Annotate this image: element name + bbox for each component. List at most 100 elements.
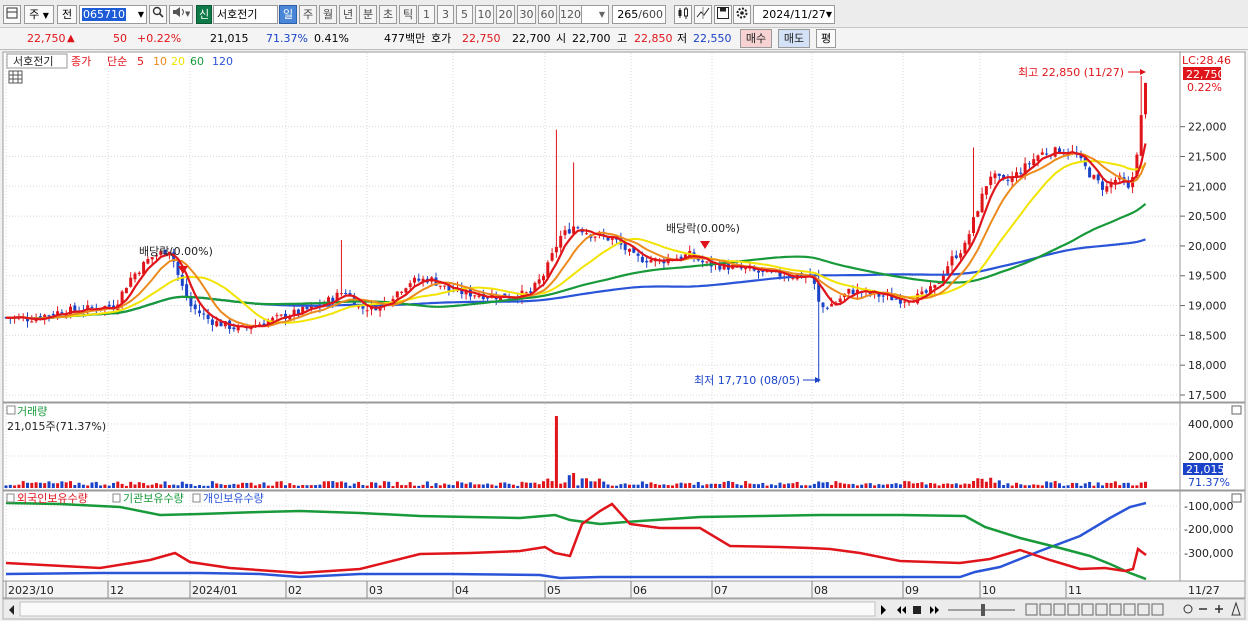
zoom-slider-handle[interactable] (981, 604, 985, 616)
volume-bar (800, 485, 803, 488)
prev-button[interactable]: 전 (57, 5, 77, 24)
period-button[interactable]: 년 (339, 5, 357, 24)
volume-bar (400, 485, 404, 488)
volume-bar (413, 485, 416, 488)
candle-body (413, 277, 416, 283)
volume-bar (537, 484, 541, 488)
volume-bar (318, 484, 322, 488)
candle-body (830, 303, 834, 307)
volume-bar (636, 484, 640, 488)
holding-series-icon[interactable] (112, 493, 121, 503)
interval-button[interactable]: 5 (456, 5, 473, 24)
volume-panel-close-icon[interactable] (1231, 405, 1242, 415)
volume-bar (632, 484, 636, 488)
volume-bar (1062, 485, 1066, 488)
candle-body (395, 291, 399, 298)
volume-bar (473, 484, 477, 488)
interval-button[interactable]: 30 (517, 5, 536, 24)
interval-button[interactable]: 10 (475, 5, 494, 24)
volume-bar (228, 484, 232, 488)
crosshair-icon[interactable] (694, 5, 712, 24)
holding-series-icon[interactable] (6, 493, 15, 503)
volume-bar (855, 485, 859, 488)
count-field[interactable]: 265/600 (612, 5, 666, 24)
candle-body (972, 217, 975, 234)
save-icon[interactable] (714, 5, 732, 24)
period-button[interactable]: 틱 (399, 5, 417, 24)
stock-chart[interactable]: 2023/10 12 2024/01 02 03 04 05 06 07 08 09 10 11 11/2… (0, 50, 1248, 621)
candle-body (924, 290, 928, 293)
volume-bar (425, 481, 429, 488)
chevron-down-icon: ▼ (825, 10, 832, 19)
ma-legend-item[interactable]: 5 (137, 55, 144, 68)
stock-name-field[interactable]: 서호전기 (213, 5, 278, 24)
grid-toggle-icon[interactable] (8, 70, 23, 84)
high-price: 22,850 (634, 32, 673, 45)
volume-bar (542, 481, 545, 488)
date-field[interactable]: 2024/11/27 ▼ (753, 5, 835, 24)
interval-button[interactable]: 3 (437, 5, 454, 24)
candle-body (1032, 159, 1036, 166)
buy-button[interactable]: 매수 (740, 29, 772, 48)
candle-body (537, 279, 541, 284)
volume-bar (838, 482, 842, 488)
volume-bar (335, 482, 339, 488)
volume-bar (51, 483, 55, 488)
candle-body (567, 229, 571, 234)
unit-select[interactable]: 주 ▼ (24, 5, 54, 24)
average-button[interactable]: 평 (816, 29, 836, 48)
chart-type-icon[interactable] (3, 5, 21, 24)
volume-bar (210, 481, 214, 488)
candle-body (365, 310, 369, 312)
volume-bar (374, 482, 378, 488)
stock-code-input[interactable]: 065710 ▼ (79, 5, 147, 24)
period-button[interactable]: 월 (319, 5, 337, 24)
volume-bar (1105, 482, 1109, 488)
candle-body (623, 243, 627, 250)
candle-icon[interactable] (674, 5, 692, 24)
volume-bar (886, 484, 889, 488)
volume-bar (907, 481, 911, 488)
stock-code-value: 065710 (82, 8, 126, 21)
gear-icon[interactable] (733, 5, 751, 24)
period-button[interactable]: 초 (379, 5, 397, 24)
candle-body (705, 261, 709, 263)
interval-button[interactable]: 20 (496, 5, 515, 24)
candle-body (524, 292, 528, 294)
volume-bar (692, 484, 696, 488)
trade-value: 477백만 (384, 32, 426, 45)
scroll-track[interactable] (19, 601, 876, 617)
period-button[interactable]: 분 (359, 5, 377, 24)
volume-bar (167, 485, 171, 488)
ma-legend-item[interactable]: 10 (153, 55, 167, 68)
current-pct-tag: 0.22% (1187, 81, 1222, 94)
volume-bar (236, 484, 240, 488)
volume-bar (124, 485, 128, 488)
period-button[interactable]: 일 (279, 5, 297, 24)
holding-panel-close-icon[interactable] (1231, 493, 1242, 503)
holding-series-icon[interactable] (192, 493, 201, 503)
ma-legend-item[interactable]: 60 (190, 55, 204, 68)
volume-panel-icon[interactable] (6, 405, 16, 415)
sell-button[interactable]: 매도 (778, 29, 810, 48)
volume-title: 거래량 (17, 405, 47, 418)
search-icon[interactable] (149, 5, 167, 24)
x-axis-label: 05 (547, 584, 561, 597)
volume-bar (13, 485, 17, 488)
interval-button[interactable]: 120 (559, 5, 582, 24)
volume-bar (1049, 482, 1053, 488)
prev-label: 전 (61, 8, 73, 21)
volume-bar (1122, 482, 1126, 488)
period-button[interactable]: 주 (299, 5, 317, 24)
ma-legend-item[interactable]: 20 (171, 55, 185, 68)
volume-bar (757, 484, 760, 488)
candle-body (202, 313, 206, 315)
interval-button[interactable]: 1 (418, 5, 435, 24)
stop-icon[interactable] (913, 606, 921, 614)
volume-bar (215, 483, 219, 488)
speaker-icon[interactable]: ▼ (169, 5, 193, 24)
interval-button[interactable]: 60 (538, 5, 557, 24)
ma-legend-item[interactable]: 120 (212, 55, 233, 68)
volume-bar (288, 483, 292, 488)
volume-bar (202, 485, 206, 488)
